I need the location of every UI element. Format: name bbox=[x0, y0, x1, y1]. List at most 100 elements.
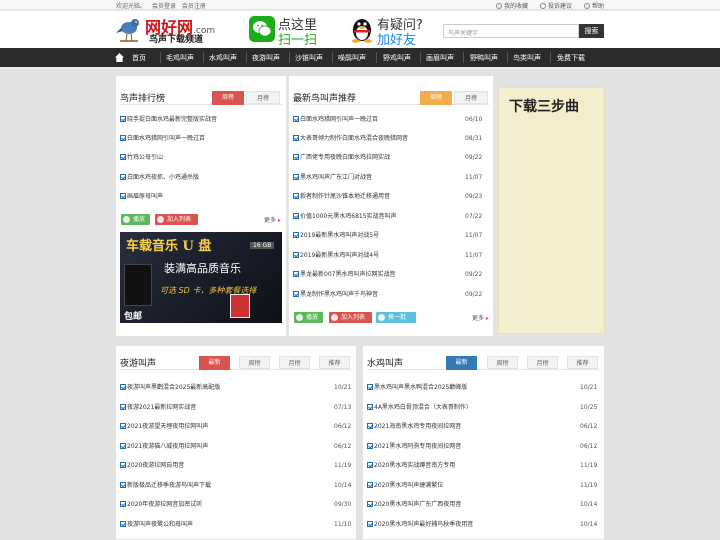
checkbox[interactable] bbox=[120, 521, 126, 527]
list-item[interactable]: 白面水鸡猎网引叫声一晚过百 bbox=[120, 133, 205, 145]
latest-more-link[interactable]: 更多 bbox=[472, 313, 489, 322]
list-item[interactable]: 白面水鸡夜抓、小鸡通杀版 bbox=[120, 172, 199, 184]
bird-logo-icon[interactable] bbox=[116, 15, 140, 43]
download-steps-panel[interactable]: 下载三步曲 bbox=[498, 87, 605, 334]
water-tab-week[interactable]: 周榜 bbox=[487, 356, 518, 369]
checkbox[interactable] bbox=[293, 271, 299, 277]
list-item[interactable]: 2020黑水鸡实战蹲音南方专用 bbox=[367, 460, 455, 472]
night-tab-recommend[interactable]: 推荐 bbox=[319, 356, 350, 369]
list-item[interactable]: 2021夜游猫八威夜用拉网叫声 bbox=[120, 441, 208, 453]
wechat-icon[interactable] bbox=[249, 16, 275, 42]
checkbox[interactable] bbox=[120, 193, 126, 199]
checkbox[interactable] bbox=[120, 482, 126, 488]
ranking-add-button[interactable]: 加入列表 bbox=[155, 214, 198, 225]
nav-item-home[interactable]: 首页 bbox=[132, 53, 146, 63]
list-item[interactable]: 大表哥倾力制作白面水鸡混合夜晚猎网音 bbox=[293, 133, 408, 145]
latest-swap-button[interactable]: 换一批 bbox=[376, 312, 416, 323]
water-tab-month[interactable]: 月榜 bbox=[527, 356, 558, 369]
checkbox[interactable] bbox=[293, 116, 299, 122]
checkbox[interactable] bbox=[293, 213, 299, 219]
nav-item-shazhui[interactable]: 沙锥叫声 bbox=[295, 53, 323, 63]
nav-item-download[interactable]: 免费下载 bbox=[557, 53, 585, 63]
list-item[interactable]: 4A黑水鸡白骨顶混合（大表哥制作） bbox=[367, 402, 472, 414]
ranking-more-link[interactable]: 更多 bbox=[264, 215, 281, 224]
favorites-link[interactable]: 我的收藏 bbox=[496, 3, 528, 10]
checkbox[interactable] bbox=[293, 232, 299, 238]
usb-banner-image[interactable]: 车载音乐 U 盘 16 GB 装满高品质音乐 可选 SD 卡，多种套餐选择 包邮 bbox=[120, 232, 282, 323]
list-item[interactable]: 黑龙制作黑水鸡叫声千鸟神音 bbox=[293, 289, 378, 301]
latest-add-button[interactable]: 加入列表 bbox=[329, 312, 372, 323]
nav-item-yeya[interactable]: 野鸭叫声 bbox=[470, 53, 498, 63]
checkbox[interactable] bbox=[120, 384, 126, 390]
checkbox[interactable] bbox=[367, 462, 373, 468]
checkbox[interactable] bbox=[293, 174, 299, 180]
checkbox[interactable] bbox=[120, 404, 126, 410]
list-item[interactable]: 新版极品迁移季夜游鸟叫声下载 bbox=[120, 480, 211, 492]
list-item[interactable]: 2020夜游拉网自用音 bbox=[120, 460, 184, 472]
checkbox[interactable] bbox=[367, 521, 373, 527]
list-item[interactable]: 晓手捉白面水鸡最新完整版实战音 bbox=[120, 114, 217, 126]
water-tab-recommend[interactable]: 推荐 bbox=[567, 356, 598, 369]
checkbox[interactable] bbox=[367, 404, 373, 410]
nav-item-shuiji[interactable]: 水鸡叫声 bbox=[209, 53, 237, 63]
qq-line2[interactable]: 加好友 bbox=[377, 29, 416, 48]
night-tab-week[interactable]: 周榜 bbox=[239, 356, 270, 369]
list-item[interactable]: 2019最新黑水鸡叫声对战4号 bbox=[293, 250, 379, 262]
checkbox[interactable] bbox=[120, 154, 126, 160]
checkbox[interactable] bbox=[293, 291, 299, 297]
list-item[interactable]: 2021黑水鸡阿驹专用夜间拉网音 bbox=[367, 441, 461, 453]
list-item[interactable]: 2019最新黑水鸡叫声对战5号 bbox=[293, 230, 379, 242]
list-item[interactable]: 2021海南黑水鸡专用夜间拉网音 bbox=[367, 421, 461, 433]
checkbox[interactable] bbox=[120, 501, 126, 507]
nav-item-yeyou[interactable]: 夜游叫声 bbox=[252, 53, 280, 63]
checkbox[interactable] bbox=[120, 135, 126, 141]
checkbox[interactable] bbox=[120, 423, 126, 429]
latest-tab-month[interactable]: 月榜 bbox=[454, 91, 488, 104]
checkbox[interactable] bbox=[367, 501, 373, 507]
wechat-line2[interactable]: 扫一扫 bbox=[278, 29, 317, 48]
checkbox[interactable] bbox=[367, 443, 373, 449]
checkbox[interactable] bbox=[120, 116, 126, 122]
search-button[interactable]: 搜索 bbox=[579, 24, 604, 38]
list-item[interactable]: 毅者制作针尾沙锥本地迁移通用音 bbox=[293, 191, 390, 203]
checkbox[interactable] bbox=[120, 443, 126, 449]
checkbox[interactable] bbox=[293, 135, 299, 141]
checkbox[interactable] bbox=[293, 154, 299, 160]
nav-item-huamei[interactable]: 画眉叫声 bbox=[426, 53, 454, 63]
list-item[interactable]: 2020黑水鸡叫声最好捕鸟秋季夜用音 bbox=[367, 519, 473, 531]
list-item[interactable]: 2020黑水鸡叫声捷满繁位 bbox=[367, 480, 443, 492]
list-item[interactable]: 价值1000元黑水鸡6815实战音叫声 bbox=[293, 211, 397, 223]
list-item[interactable]: 黑龙最新007黑水鸡叫声拉网实战音 bbox=[293, 269, 395, 281]
checkbox[interactable] bbox=[120, 174, 126, 180]
ranking-play-button[interactable]: 播放 bbox=[121, 214, 150, 225]
nav-item-maoji[interactable]: 毛鸡叫声 bbox=[166, 53, 194, 63]
ranking-tab-month[interactable]: 月榜 bbox=[246, 91, 280, 104]
login-link[interactable]: 会员登录 bbox=[152, 3, 176, 10]
feedback-link[interactable]: 投诉建议 bbox=[540, 3, 572, 10]
list-item[interactable]: 夜游叫声夜鹭公和母叫声 bbox=[120, 519, 193, 531]
night-tab-month[interactable]: 月榜 bbox=[279, 356, 310, 369]
list-item[interactable]: 竹鸡公母引山 bbox=[120, 152, 163, 164]
qq-penguin-icon[interactable] bbox=[350, 15, 374, 43]
nav-item-niaolei[interactable]: 鸟类叫声 bbox=[513, 53, 541, 63]
list-item[interactable]: 夜游叫声黑鹳混合2025最新高配版 bbox=[120, 382, 220, 394]
search-input[interactable]: 鸟声关键字 bbox=[443, 24, 579, 38]
checkbox[interactable] bbox=[367, 482, 373, 488]
checkbox[interactable] bbox=[367, 423, 373, 429]
checkbox[interactable] bbox=[293, 193, 299, 199]
list-item[interactable]: 夜游2021最新拉网实战音 bbox=[120, 402, 196, 414]
help-link[interactable]: 帮助 bbox=[583, 3, 604, 10]
nav-item-yeji[interactable]: 野鸡叫声 bbox=[383, 53, 411, 63]
list-item[interactable]: 2020黑水鸡叫声广东广西夜用音 bbox=[367, 499, 461, 511]
register-link[interactable]: 会员注册 bbox=[182, 3, 206, 10]
list-item[interactable]: 白面水鸡猎网引叫声一晚过百 bbox=[293, 114, 378, 126]
checkbox[interactable] bbox=[367, 384, 373, 390]
list-item[interactable]: 黑水鸡叫声广东江门对战音 bbox=[293, 172, 372, 184]
checkbox[interactable] bbox=[120, 462, 126, 468]
list-item[interactable]: 广西佬专用夜晚白面水鸡拉网实战 bbox=[293, 152, 390, 164]
nav-item-zaojuan[interactable]: 噪鹃叫声 bbox=[338, 53, 366, 63]
checkbox[interactable] bbox=[293, 252, 299, 258]
list-item[interactable]: 2020年夜游拉网音加密试听 bbox=[120, 499, 202, 511]
home-icon[interactable] bbox=[115, 53, 124, 62]
list-item[interactable]: 2021夜游望天埋夜用拉网叫声 bbox=[120, 421, 208, 433]
